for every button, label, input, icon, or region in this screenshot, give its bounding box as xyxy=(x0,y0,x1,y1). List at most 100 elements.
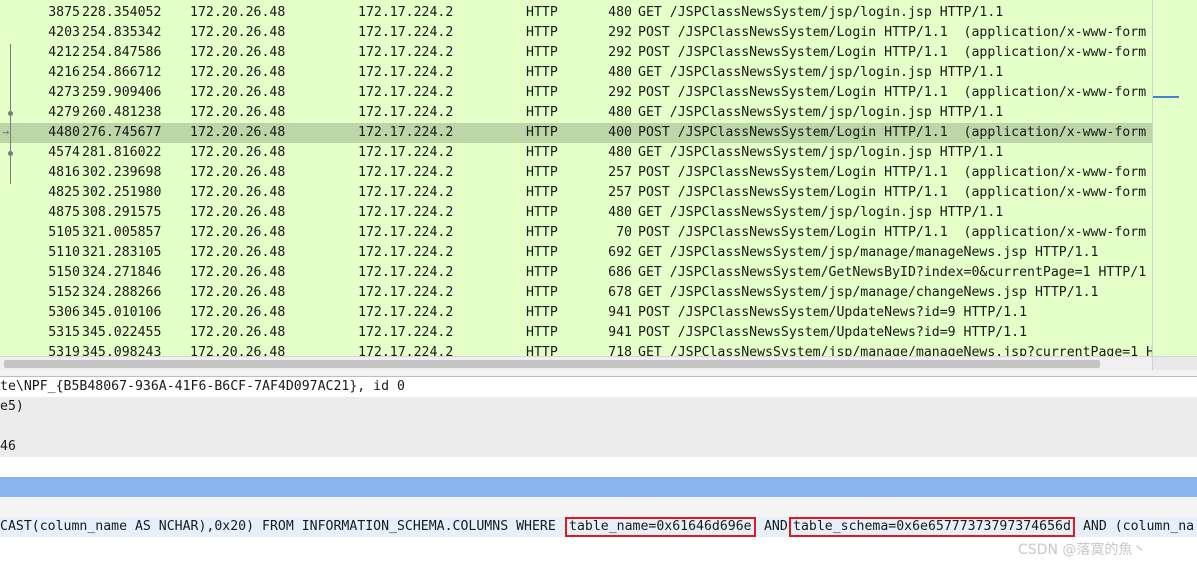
packet-info: POST /JSPClassNewsSystem/UpdateNews?id=9… xyxy=(638,325,1028,340)
packet-list-horizontal-scrollbar[interactable] xyxy=(0,356,1197,371)
detail-text: e5) xyxy=(0,399,24,414)
packet-protocol: HTTP xyxy=(526,145,558,160)
packet-destination: 172.17.224.2 xyxy=(358,185,454,200)
packet-time: 259.909406 xyxy=(82,85,162,100)
sql-suffix: AND (column_na xyxy=(1075,519,1195,534)
packet-row[interactable]: 5105 321.005857 172.20.26.48 172.17.224.2 HT… xyxy=(0,223,1152,243)
packet-row[interactable]: 4212 254.847586 172.20.26.48 172.17.224.2 HT… xyxy=(0,43,1152,63)
packet-info: GET /JSPClassNewsSystem/jsp/manage/chang… xyxy=(638,285,1099,300)
packet-number: 4825 xyxy=(48,185,80,200)
packet-source: 172.20.26.48 xyxy=(190,125,286,140)
packet-info: POST /JSPClassNewsSystem/Login HTTP/1.1 … xyxy=(638,185,1147,200)
packet-info: POST /JSPClassNewsSystem/Login HTTP/1.1 … xyxy=(638,85,1147,100)
packet-source: 172.20.26.48 xyxy=(190,325,286,340)
sql-prefix: CAST(column_name AS NCHAR),0x20) FROM IN… xyxy=(0,519,564,534)
related-packet-dot-icon xyxy=(8,111,13,116)
packet-protocol: HTTP xyxy=(526,85,558,100)
packet-number: 4875 xyxy=(48,205,80,220)
packet-destination: 172.17.224.2 xyxy=(358,165,454,180)
packet-list[interactable]: 3875 228.354052 172.20.26.48 172.17.224.2 HT… xyxy=(0,0,1197,356)
packet-row[interactable]: 5315 345.022455 172.20.26.48 172.17.224.2 HT… xyxy=(0,323,1152,343)
packet-protocol: HTTP xyxy=(526,185,558,200)
highlight-table-name: table_name=0x61646d696e xyxy=(565,517,756,537)
packet-destination: 172.17.224.2 xyxy=(358,205,454,220)
packet-row[interactable]: 4825 302.251980 172.20.26.48 172.17.224.2 HT… xyxy=(0,183,1152,203)
packet-info: GET /JSPClassNewsSystem/jsp/login.jsp HT… xyxy=(638,105,1004,120)
packet-protocol: HTTP xyxy=(526,125,558,140)
detail-row-blank[interactable] xyxy=(0,457,1197,477)
packet-number: 4279 xyxy=(48,105,80,120)
packet-protocol: HTTP xyxy=(526,25,558,40)
packet-row[interactable]: 4875 308.291575 172.20.26.48 172.17.224.2 HT… xyxy=(0,203,1152,223)
packet-length: 257 xyxy=(608,165,632,180)
packet-length: 480 xyxy=(608,205,632,220)
detail-row-blank[interactable] xyxy=(0,497,1197,517)
packet-destination: 172.17.224.2 xyxy=(358,145,454,160)
packet-time: 308.291575 xyxy=(82,205,162,220)
detail-text: te\NPF_{B5B48067-936A-41F6-B6CF-7AF4D097… xyxy=(0,379,405,394)
packet-time: 254.847586 xyxy=(82,45,162,60)
highlight-table-schema: table_schema=0x6e65777373797374656d xyxy=(789,517,1075,537)
packet-row-selected[interactable]: 4480 276.745677 172.20.26.48 172.17.224.2 HT… xyxy=(0,123,1152,143)
packet-protocol: HTTP xyxy=(526,65,558,80)
packet-length: 480 xyxy=(608,5,632,20)
packet-protocol: HTTP xyxy=(526,265,558,280)
packet-row[interactable]: 4279 260.481238 172.20.26.48 172.17.224.2 HT… xyxy=(0,103,1152,123)
packet-number: 4212 xyxy=(48,45,80,60)
packet-protocol: HTTP xyxy=(526,245,558,260)
detail-row-interface[interactable]: te\NPF_{B5B48067-936A-41F6-B6CF-7AF4D097… xyxy=(0,377,1197,397)
packet-time: 228.354052 xyxy=(82,5,162,20)
detail-row-empty[interactable] xyxy=(0,417,1197,437)
packet-source: 172.20.26.48 xyxy=(190,145,286,160)
packet-destination: 172.17.224.2 xyxy=(358,245,454,260)
packet-row[interactable]: 4574 281.816022 172.20.26.48 172.17.224.2 HT… xyxy=(0,143,1152,163)
related-arrow-icon: → xyxy=(2,125,10,139)
packet-row[interactable]: 5319 345.098243 172.20.26.48 172.17.224.2 HT… xyxy=(0,343,1152,356)
packet-row[interactable]: 5152 324.288266 172.20.26.48 172.17.224.2 HT… xyxy=(0,283,1152,303)
packet-row[interactable]: 4273 259.909406 172.20.26.48 172.17.224.2 HT… xyxy=(0,83,1152,103)
packet-length: 480 xyxy=(608,145,632,160)
horizontal-scroll-thumb[interactable] xyxy=(4,360,1100,368)
packet-destination: 172.17.224.2 xyxy=(358,125,454,140)
scrollbar-marker xyxy=(1153,96,1179,98)
related-packet-dot-icon xyxy=(8,151,13,156)
packet-destination: 172.17.224.2 xyxy=(358,345,454,356)
packet-destination: 172.17.224.2 xyxy=(358,5,454,20)
packet-number: 4816 xyxy=(48,165,80,180)
packet-protocol: HTTP xyxy=(526,45,558,60)
packet-length: 292 xyxy=(608,25,632,40)
packet-time: 254.866712 xyxy=(82,65,162,80)
pane-splitter[interactable] xyxy=(0,370,1197,377)
packet-time: 260.481238 xyxy=(82,105,162,120)
packet-number: 4273 xyxy=(48,85,80,100)
packet-row[interactable]: 4216 254.866712 172.20.26.48 172.17.224.2 HT… xyxy=(0,63,1152,83)
packet-row[interactable]: 4203 254.835342 172.20.26.48 172.17.224.2 HT… xyxy=(0,23,1152,43)
packet-source: 172.20.26.48 xyxy=(190,305,286,320)
detail-row-ip[interactable]: 46 xyxy=(0,437,1197,457)
packet-time: 324.271846 xyxy=(82,265,162,280)
packet-source: 172.20.26.48 xyxy=(190,225,286,240)
packet-source: 172.20.26.48 xyxy=(190,45,286,60)
detail-row-ethernet[interactable]: e5) xyxy=(0,397,1197,417)
packet-protocol: HTTP xyxy=(526,105,558,120)
detail-row-selected[interactable] xyxy=(0,477,1197,497)
detail-row-sql-payload[interactable]: CAST(column_name AS NCHAR),0x20) FROM IN… xyxy=(0,517,1197,537)
packet-row[interactable]: 5306 345.010106 172.20.26.48 172.17.224.2 HT… xyxy=(0,303,1152,323)
packet-row[interactable]: 3875 228.354052 172.20.26.48 172.17.224.2 HT… xyxy=(0,3,1152,23)
packet-row[interactable]: 5110 321.283105 172.20.26.48 172.17.224.2 HT… xyxy=(0,243,1152,263)
packet-number: 5110 xyxy=(48,245,80,260)
packet-protocol: HTTP xyxy=(526,285,558,300)
packet-source: 172.20.26.48 xyxy=(190,205,286,220)
packet-source: 172.20.26.48 xyxy=(190,105,286,120)
packet-row[interactable]: 4816 302.239698 172.20.26.48 172.17.224.2 HT… xyxy=(0,163,1152,183)
packet-info: POST /JSPClassNewsSystem/Login HTTP/1.1 … xyxy=(638,125,1147,140)
packet-length: 480 xyxy=(608,65,632,80)
packet-length: 257 xyxy=(608,185,632,200)
packet-list-vertical-scrollbar[interactable] xyxy=(1152,0,1197,356)
packet-time: 254.835342 xyxy=(82,25,162,40)
packet-number: 5152 xyxy=(48,285,80,300)
packet-source: 172.20.26.48 xyxy=(190,25,286,40)
packet-time: 324.288266 xyxy=(82,285,162,300)
packet-length: 70 xyxy=(616,225,632,240)
packet-row[interactable]: 5150 324.271846 172.20.26.48 172.17.224.2 HT… xyxy=(0,263,1152,283)
